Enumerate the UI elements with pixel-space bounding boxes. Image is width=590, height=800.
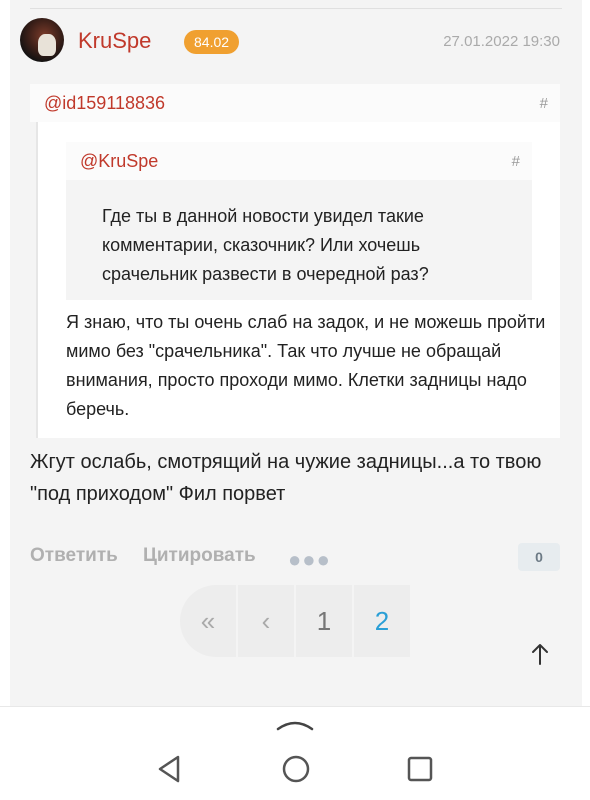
comment-header: KruSpe 84.02 27.01.2022 19:30 — [20, 18, 570, 64]
more-options-icon[interactable]: ●●● — [288, 547, 331, 573]
comment-text: Жгут ослабь, смотрящий на чужие задницы.… — [30, 451, 542, 505]
arrow-up-icon — [532, 644, 548, 665]
page-1-button[interactable]: 1 — [296, 585, 352, 657]
avatar[interactable] — [20, 18, 64, 62]
quote-body: @KruSpe # Где ты в данной новости увидел… — [36, 122, 560, 438]
expand-handle-icon[interactable] — [275, 715, 315, 733]
nested-quote-author-link[interactable]: @KruSpe — [80, 151, 158, 172]
timestamp: 27.01.2022 19:30 — [443, 33, 560, 50]
quote-anchor-link[interactable]: # — [540, 95, 548, 112]
quote-button[interactable]: Цитировать — [143, 545, 256, 567]
scroll-to-top-button[interactable] — [518, 632, 562, 676]
nested-quote-header: @KruSpe # — [66, 142, 532, 180]
rating-badge: 84.02 — [184, 30, 240, 54]
quote-block: @id159118836 # @KruSpe # Где ты в данной… — [30, 84, 560, 438]
first-page-button[interactable]: « — [180, 585, 236, 657]
back-triangle-icon[interactable] — [152, 751, 188, 787]
pagination: « ‹ 1 2 — [180, 585, 412, 657]
system-nav-bar — [0, 706, 590, 800]
nested-quote-anchor-link[interactable]: # — [512, 153, 520, 170]
comment-actions: Ответить Цитировать ●●● 0 — [30, 541, 560, 573]
nested-quote-text: Где ты в данной новости увидел такие ком… — [102, 206, 429, 284]
username-link[interactable]: KruSpe — [78, 28, 151, 54]
recent-apps-square-icon[interactable] — [402, 751, 438, 787]
home-circle-icon[interactable] — [278, 751, 314, 787]
quote-header: @id159118836 # — [30, 84, 560, 122]
divider — [30, 8, 562, 9]
like-count-button[interactable]: 0 — [518, 543, 560, 571]
reply-button[interactable]: Ответить — [30, 545, 118, 567]
page-2-button[interactable]: 2 — [354, 585, 410, 657]
prev-page-button[interactable]: ‹ — [238, 585, 294, 657]
quote-text: Я знаю, что ты очень слаб на задок, и не… — [66, 312, 546, 419]
quote-author-link[interactable]: @id159118836 — [44, 93, 165, 114]
nested-quote-block: @KruSpe # Где ты в данной новости увидел… — [66, 142, 532, 300]
